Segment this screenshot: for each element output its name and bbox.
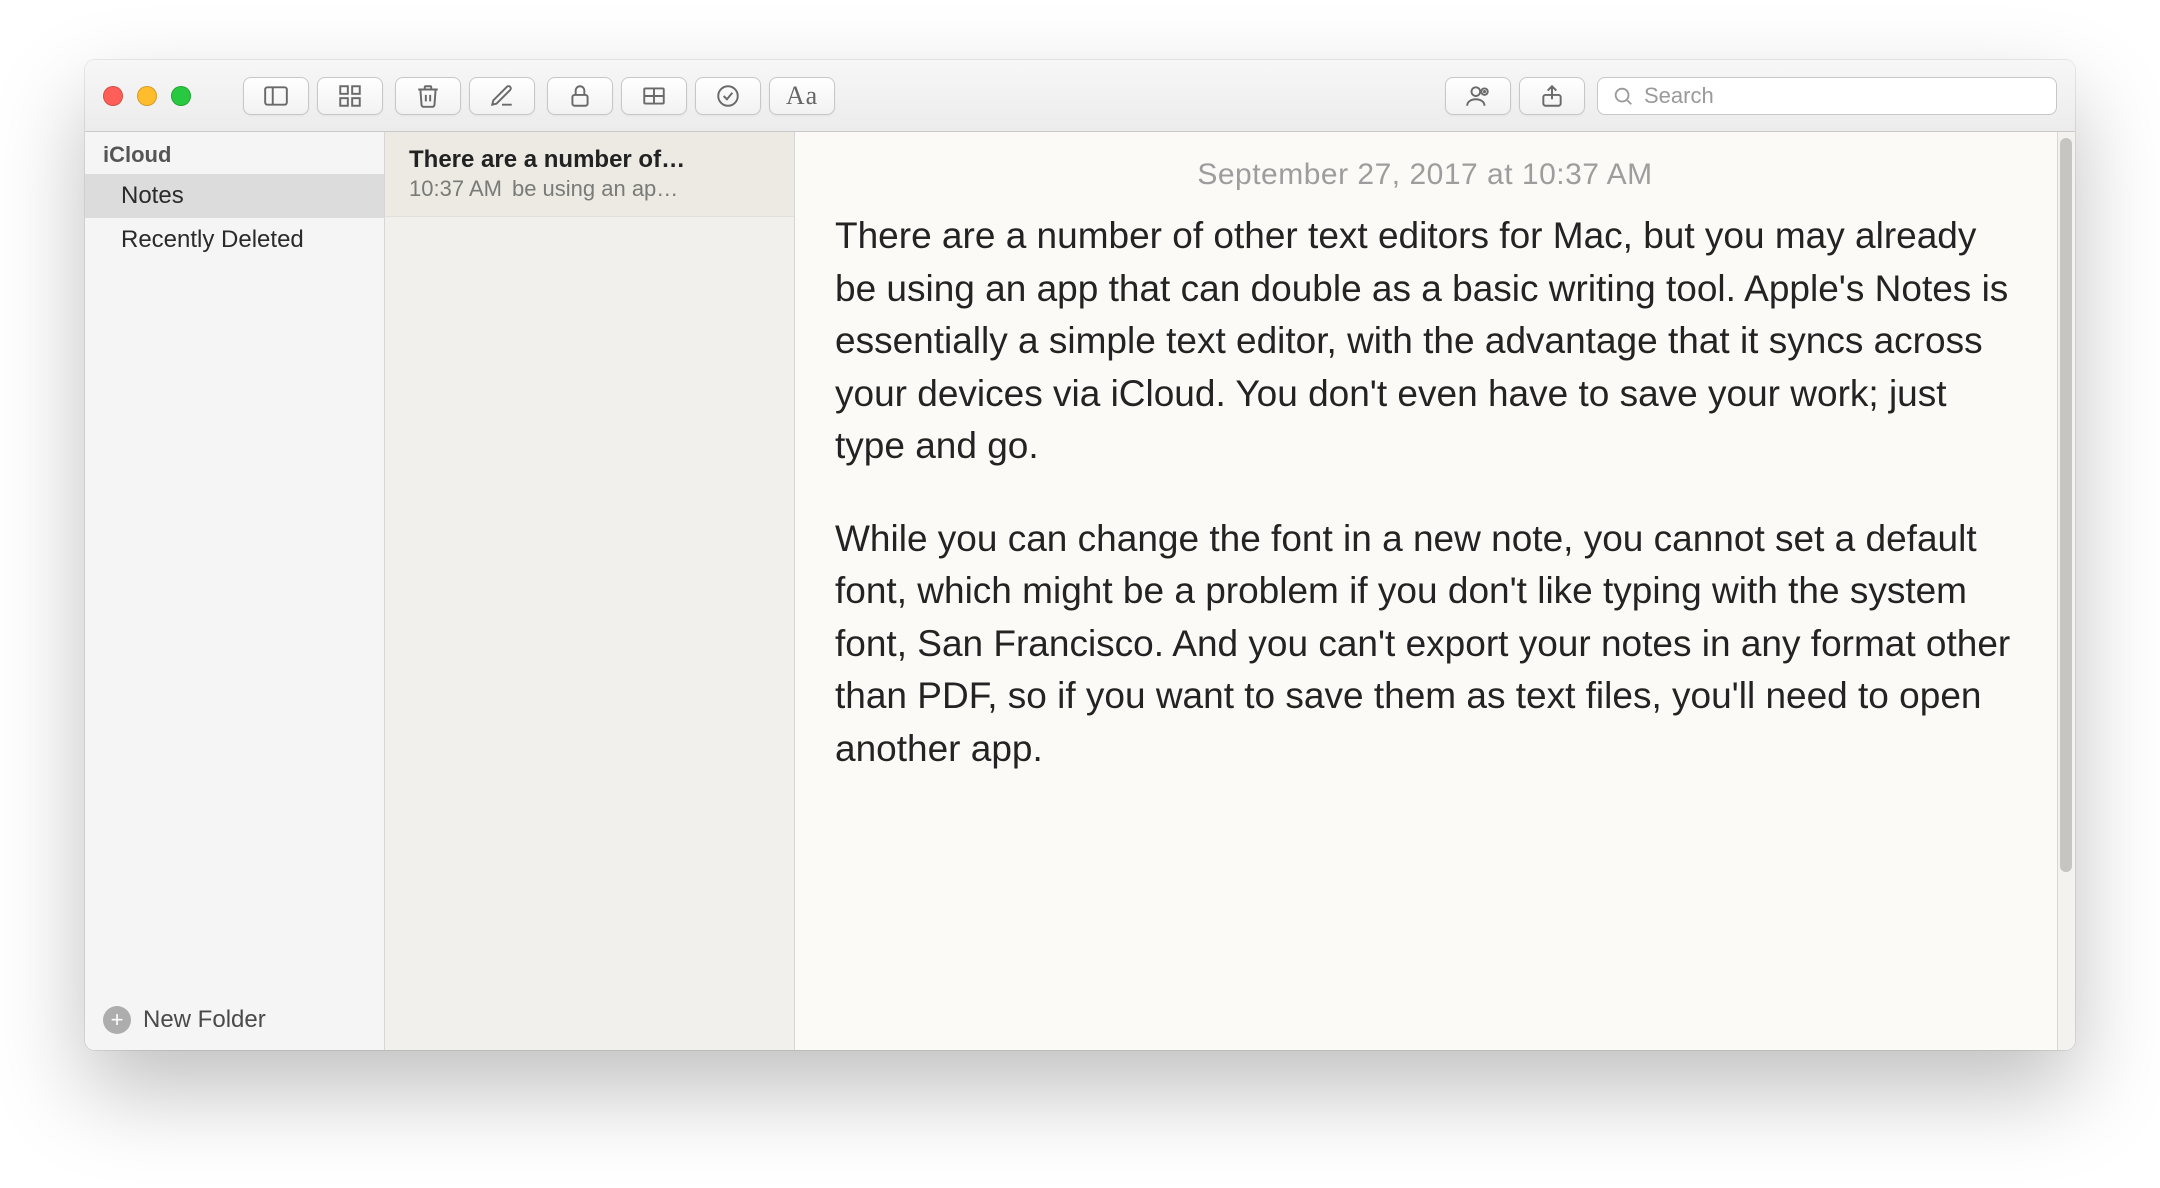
note-paragraph[interactable]: While you can change the font in a new n… <box>835 513 2015 776</box>
plus-circle-icon: + <box>103 1006 131 1034</box>
folder-sidebar: iCloud Notes Recently Deleted + New Fold… <box>85 132 385 1050</box>
scrollbar-thumb[interactable] <box>2060 138 2072 872</box>
titlebar: Aa <box>85 60 2075 132</box>
share-button[interactable] <box>1519 77 1585 115</box>
toggle-sidebar-button[interactable] <box>243 77 309 115</box>
person-add-icon <box>1465 83 1491 109</box>
note-datetime: September 27, 2017 at 10:37 AM <box>835 132 2015 210</box>
new-note-button[interactable] <box>469 77 535 115</box>
grid-icon <box>337 83 363 109</box>
note-editor-content[interactable]: September 27, 2017 at 10:37 AM There are… <box>795 132 2055 1050</box>
delete-note-button[interactable] <box>395 77 461 115</box>
note-item-meta: 10:37 AM be using an ap… <box>409 176 770 202</box>
new-folder-label: New Folder <box>143 1006 266 1034</box>
new-folder-button[interactable]: + New Folder <box>85 990 384 1050</box>
sidebar-item-recently-deleted[interactable]: Recently Deleted <box>85 218 384 262</box>
window-controls <box>103 86 191 106</box>
note-paragraph[interactable]: There are a number of other text editors… <box>835 210 2015 473</box>
note-item-preview: be using an ap… <box>512 176 678 202</box>
note-body[interactable]: There are a number of other text editors… <box>835 210 2015 775</box>
format-icon: Aa <box>786 81 818 111</box>
toolbar-group-view <box>243 77 383 115</box>
close-button[interactable] <box>103 86 123 106</box>
note-item-title: There are a number of… <box>409 146 770 174</box>
share-icon <box>1539 83 1565 109</box>
window-body: iCloud Notes Recently Deleted + New Fold… <box>85 132 2075 1050</box>
sidebar-icon <box>263 83 289 109</box>
zoom-button[interactable] <box>171 86 191 106</box>
search-input[interactable] <box>1644 83 2042 109</box>
toolbar-group-share <box>1445 77 1585 115</box>
stage: Aa iCloud No <box>0 0 2160 1188</box>
notes-window: Aa iCloud No <box>85 60 2075 1050</box>
add-people-button[interactable] <box>1445 77 1511 115</box>
gallery-view-button[interactable] <box>317 77 383 115</box>
compose-icon <box>489 83 515 109</box>
sidebar-section-header: iCloud <box>85 132 384 174</box>
search-field[interactable] <box>1597 77 2057 115</box>
note-item-time: 10:37 AM <box>409 176 502 202</box>
note-editor[interactable]: September 27, 2017 at 10:37 AM There are… <box>795 132 2075 1050</box>
lock-note-button[interactable] <box>547 77 613 115</box>
format-button[interactable]: Aa <box>769 77 835 115</box>
note-list: There are a number of… 10:37 AM be using… <box>385 132 795 1050</box>
minimize-button[interactable] <box>137 86 157 106</box>
sidebar-item-notes[interactable]: Notes <box>85 174 384 218</box>
editor-scrollbar[interactable] <box>2057 132 2075 1050</box>
sidebar-item-label: Recently Deleted <box>121 226 304 253</box>
note-list-item[interactable]: There are a number of… 10:37 AM be using… <box>385 132 794 217</box>
search-icon <box>1612 85 1634 107</box>
sidebar-item-label: Notes <box>121 182 184 209</box>
checklist-icon <box>715 83 741 109</box>
checklist-button[interactable] <box>695 77 761 115</box>
lock-icon <box>567 83 593 109</box>
toolbar-group-note: Aa <box>547 77 835 115</box>
table-button[interactable] <box>621 77 687 115</box>
trash-icon <box>415 83 441 109</box>
toolbar-group-edit <box>395 77 535 115</box>
table-icon <box>641 83 667 109</box>
